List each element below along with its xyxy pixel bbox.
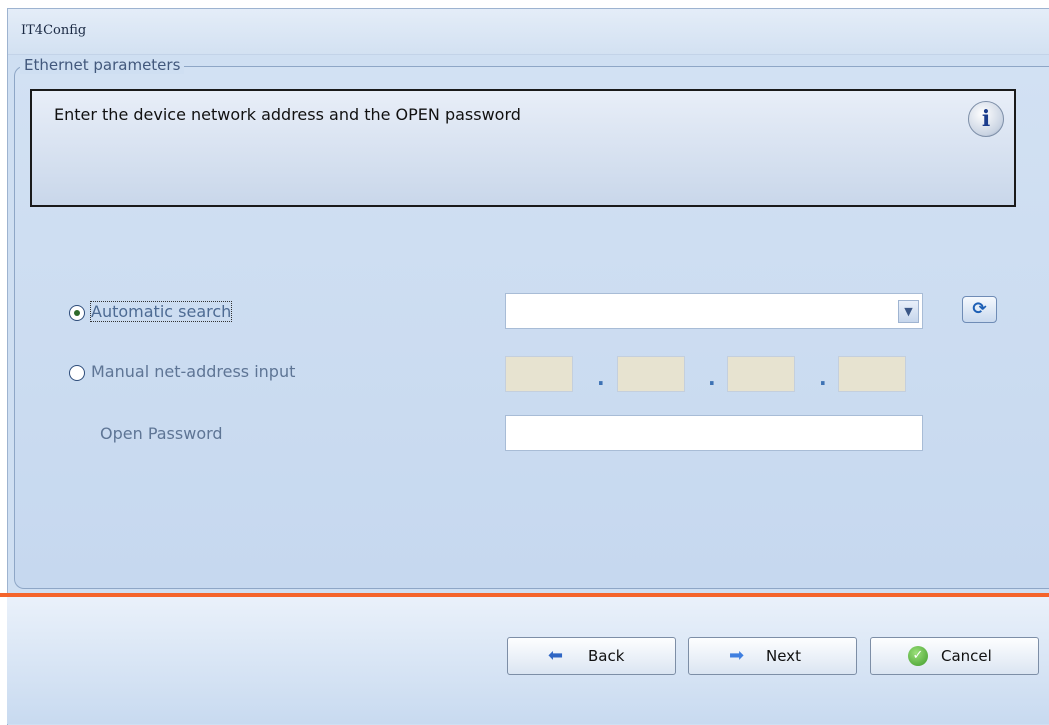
arrow-right-icon: ➡: [729, 645, 745, 666]
refresh-icon: ⟳: [972, 299, 987, 319]
manual-input-label[interactable]: Manual net-address input: [91, 362, 295, 381]
ip-dot-3: .: [819, 366, 827, 390]
ip-octet-2[interactable]: [617, 356, 685, 392]
automatic-search-label[interactable]: Automatic search: [89, 301, 233, 322]
ip-dot-1: .: [597, 366, 605, 390]
cancel-label: Cancel: [941, 647, 992, 665]
back-label: Back: [588, 647, 625, 665]
arrow-left-icon: ⬅: [548, 645, 564, 666]
back-button[interactable]: ⬅ Back: [507, 637, 676, 675]
next-button[interactable]: ➡ Next: [688, 637, 857, 675]
title-bar: IT4Config: [8, 9, 1049, 55]
manual-input-radio[interactable]: [69, 365, 85, 381]
window-title: IT4Config: [21, 23, 87, 38]
ip-octet-1[interactable]: [505, 356, 573, 392]
device-select-dropdown[interactable]: ▼: [505, 293, 923, 329]
ip-octet-3[interactable]: [727, 356, 795, 392]
chevron-down-icon[interactable]: ▼: [898, 300, 919, 323]
refresh-button[interactable]: ⟳: [962, 296, 997, 323]
open-password-label: Open Password: [100, 424, 223, 443]
check-icon: ✓: [908, 646, 928, 666]
ip-octet-4[interactable]: [838, 356, 906, 392]
info-panel: Enter the device network address and the…: [30, 89, 1016, 207]
cancel-button[interactable]: ✓ Cancel: [870, 637, 1039, 675]
ip-dot-2: .: [708, 366, 716, 390]
radio-selected-dot: [74, 310, 80, 316]
info-text: Enter the device network address and the…: [54, 105, 521, 124]
next-label: Next: [766, 647, 801, 665]
open-password-input[interactable]: [505, 415, 923, 451]
automatic-search-radio[interactable]: [69, 305, 85, 321]
info-icon: i: [968, 101, 1004, 137]
group-legend: Ethernet parameters: [20, 56, 185, 74]
